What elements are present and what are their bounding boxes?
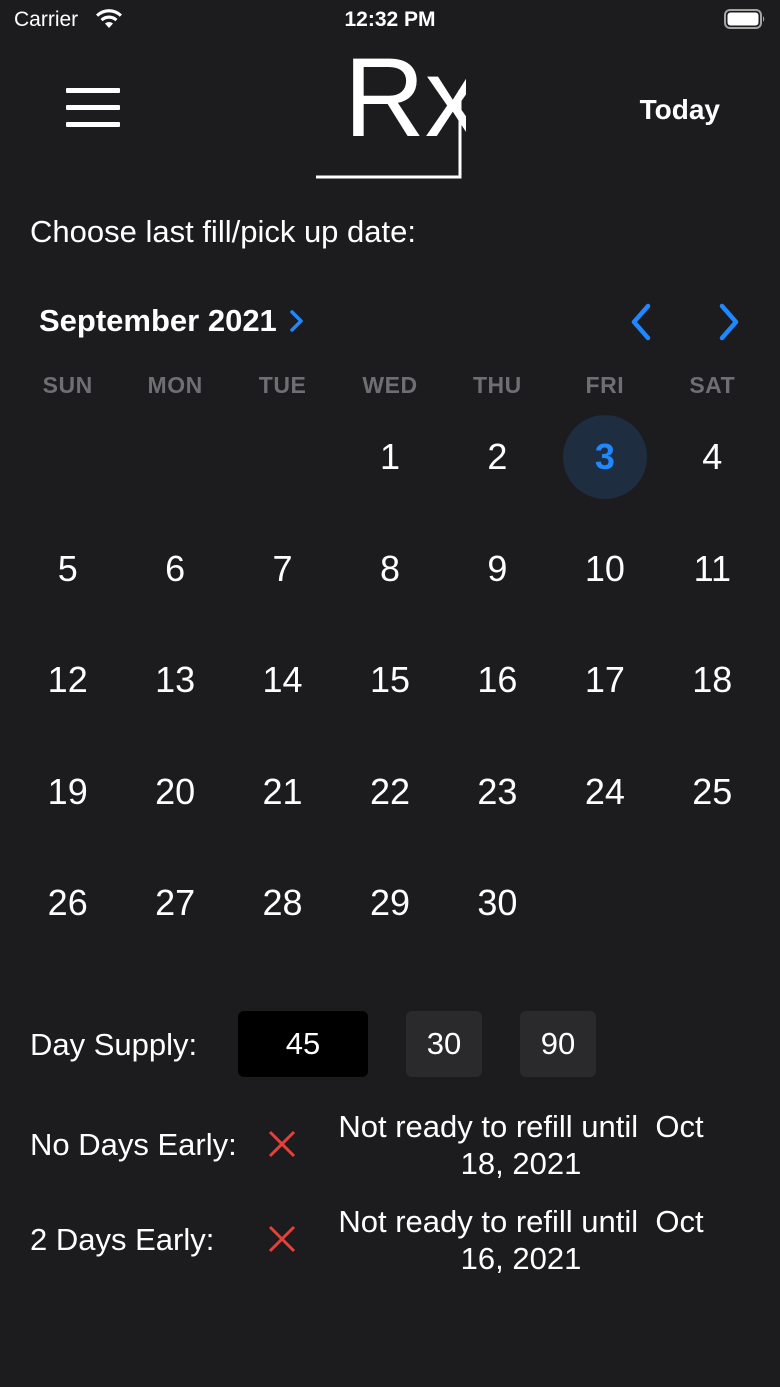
message-line: 18, 2021 bbox=[460, 1146, 582, 1181]
two-days-early-message: Not ready to refill until Oct 16, 2021 bbox=[326, 1203, 716, 1277]
chevron-left-icon bbox=[631, 303, 651, 341]
month-label: September 2021 bbox=[39, 303, 277, 338]
next-month-button[interactable] bbox=[712, 302, 746, 342]
battery-icon bbox=[724, 9, 765, 29]
no-days-early-label: No Days Early: bbox=[30, 1127, 237, 1162]
weekday-sat: SAT bbox=[689, 372, 736, 398]
calendar-day-3[interactable]: 3 bbox=[562, 415, 647, 499]
calendar-day-30[interactable]: 30 bbox=[455, 861, 539, 945]
calendar-day-20[interactable]: 20 bbox=[133, 750, 217, 834]
calendar-day-5[interactable]: 5 bbox=[26, 527, 110, 611]
calendar-day-15[interactable]: 15 bbox=[348, 638, 432, 722]
chevron-right-icon bbox=[719, 303, 739, 341]
calendar-day-14[interactable]: 14 bbox=[241, 638, 325, 722]
calendar-day-28[interactable]: 28 bbox=[241, 861, 325, 945]
previous-month-button[interactable] bbox=[624, 302, 658, 342]
calendar-day-17[interactable]: 17 bbox=[563, 638, 647, 722]
calendar-grid: 1 2 3 4 5 6 7 8 9 10 11 12 13 14 15 16 17 18 19 20 21 22 23 24 2… bbox=[14, 402, 766, 962]
no-days-early-message: Not ready to refill until Oct 18, 2021 bbox=[326, 1108, 716, 1182]
calendar-day-11[interactable]: 11 bbox=[670, 527, 754, 611]
x-mark-icon bbox=[268, 1225, 296, 1253]
weekday-header: SUN MON TUE WED THU FRI SAT bbox=[14, 372, 766, 399]
weekday-sun: SUN bbox=[42, 372, 93, 398]
calendar-day-24[interactable]: 24 bbox=[563, 750, 647, 834]
calendar-day-29[interactable]: 29 bbox=[348, 861, 432, 945]
calendar-day-6[interactable]: 6 bbox=[133, 527, 217, 611]
message-line: Not ready to refill until Oct bbox=[338, 1109, 704, 1144]
today-button[interactable]: Today bbox=[640, 94, 720, 126]
weekday-tue: TUE bbox=[258, 372, 307, 398]
calendar-day-7[interactable]: 7 bbox=[241, 527, 325, 611]
date-prompt: Choose last fill/pick up date: bbox=[30, 214, 416, 249]
calendar-day-26[interactable]: 26 bbox=[26, 861, 110, 945]
message-line: Not ready to refill until Oct bbox=[338, 1204, 704, 1239]
rx-logo: Rx bbox=[316, 38, 466, 179]
weekday-fri: FRI bbox=[585, 372, 625, 398]
calendar-day-27[interactable]: 27 bbox=[133, 861, 217, 945]
calendar-day-4[interactable]: 4 bbox=[670, 415, 754, 499]
calendar-day-21[interactable]: 21 bbox=[241, 750, 325, 834]
weekday-wed: WED bbox=[362, 372, 418, 398]
two-days-early-label: 2 Days Early: bbox=[30, 1222, 215, 1257]
message-line: 16, 2021 bbox=[460, 1241, 582, 1276]
day-supply-label: Day Supply: bbox=[30, 1027, 198, 1062]
month-year-button[interactable]: September 2021 bbox=[39, 303, 305, 339]
chevron-right-icon bbox=[290, 310, 303, 332]
day-supply-input[interactable]: 45 bbox=[238, 1011, 368, 1077]
calendar-day-1[interactable]: 1 bbox=[348, 415, 432, 499]
logo-text: Rx bbox=[344, 38, 466, 160]
supply-90-button[interactable]: 90 bbox=[520, 1011, 596, 1077]
calendar-day-25[interactable]: 25 bbox=[670, 750, 754, 834]
supply-30-button[interactable]: 30 bbox=[406, 1011, 482, 1077]
calendar-day-2[interactable]: 2 bbox=[455, 415, 539, 499]
calendar-day-16[interactable]: 16 bbox=[455, 638, 539, 722]
status-clock: 12:32 PM bbox=[344, 8, 436, 31]
calendar-day-12[interactable]: 12 bbox=[26, 638, 110, 722]
calendar-day-18[interactable]: 18 bbox=[670, 638, 754, 722]
weekday-thu: THU bbox=[473, 372, 522, 398]
calendar-day-23[interactable]: 23 bbox=[455, 750, 539, 834]
calendar-day-10[interactable]: 10 bbox=[563, 527, 647, 611]
calendar-day-19[interactable]: 19 bbox=[26, 750, 110, 834]
weekday-mon: MON bbox=[147, 372, 203, 398]
calendar-day-22[interactable]: 22 bbox=[348, 750, 432, 834]
calendar-day-8[interactable]: 8 bbox=[348, 527, 432, 611]
hamburger-menu-icon[interactable] bbox=[66, 88, 120, 128]
calendar-day-9[interactable]: 9 bbox=[455, 527, 539, 611]
x-mark-icon bbox=[268, 1130, 296, 1158]
calendar-day-13[interactable]: 13 bbox=[133, 638, 217, 722]
